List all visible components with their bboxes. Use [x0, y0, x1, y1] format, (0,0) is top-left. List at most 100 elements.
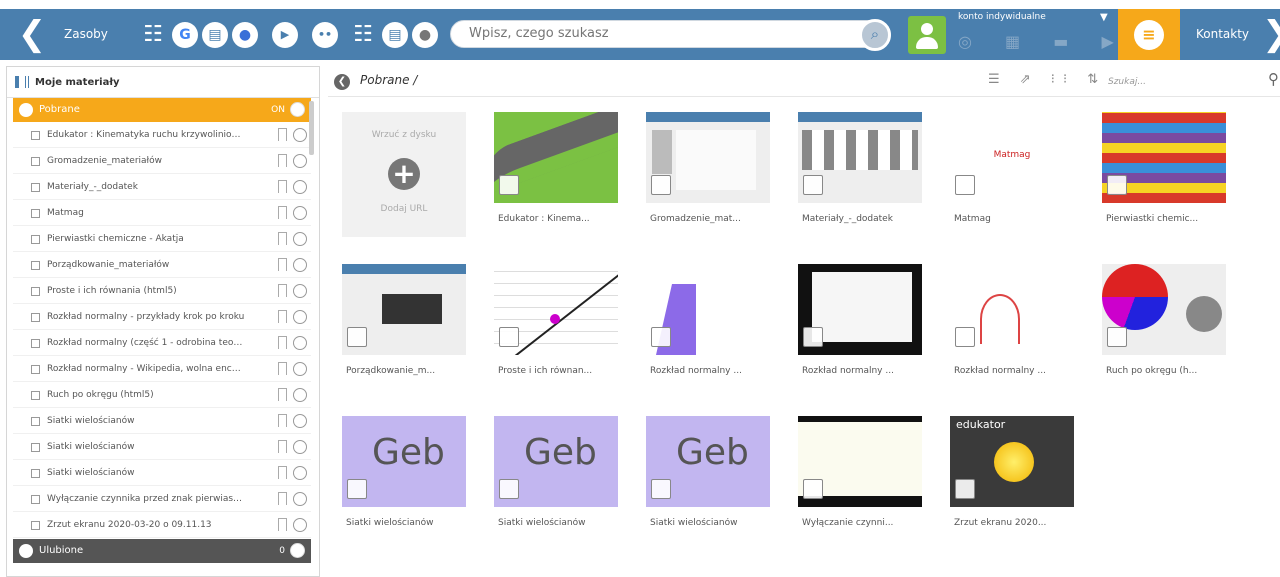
material-card[interactable]: Wyłączanie czynni... [798, 416, 922, 541]
material-card[interactable]: Geb Siatki wielościanów [342, 416, 466, 541]
zasoby-link[interactable]: Zasoby [64, 9, 108, 60]
search-icon[interactable]: ⚲ [1268, 70, 1279, 88]
library-icon[interactable]: ☷ [140, 22, 166, 48]
material-thumbnail[interactable] [494, 264, 618, 355]
material-label[interactable]: Siatki wielościanów [498, 518, 618, 528]
bookmark-icon[interactable] [278, 232, 287, 245]
library2-icon[interactable]: ☷ [350, 22, 376, 48]
material-label[interactable]: Gromadzenie_mat... [650, 214, 770, 224]
list-item[interactable]: Wyłączanie czynnika przed znak pierwiast… [13, 486, 311, 512]
google-icon[interactable]: G [172, 22, 198, 48]
search-icon[interactable]: ⌕ [859, 19, 891, 51]
select-circle-icon[interactable] [293, 180, 307, 194]
material-thumbnail[interactable] [494, 112, 618, 203]
material-card[interactable]: Edukator : Kinema... [494, 112, 618, 237]
material-card[interactable]: Rozkład normalny ... [950, 264, 1074, 389]
list-item[interactable]: Gromadzenie_materiałów [13, 148, 311, 174]
material-label[interactable]: Porządkowanie_m... [346, 366, 466, 376]
list-item[interactable]: Ruch po okręgu (html5) [13, 382, 311, 408]
select-circle-icon[interactable] [293, 284, 307, 298]
content-search-input[interactable]: Szukaj... [1108, 77, 1146, 87]
material-thumbnail[interactable]: Matmag [950, 112, 1074, 203]
account-label[interactable]: konto indywidualne [958, 12, 1046, 22]
material-label[interactable]: Wyłączanie czynni... [802, 518, 922, 528]
list-item[interactable]: Materiały_-_dodatek [13, 174, 311, 200]
chevron-down-icon[interactable]: ▼ [1100, 12, 1108, 23]
globe2-icon[interactable]: ● [412, 22, 438, 48]
list-item[interactable]: Pierwiastki chemiczne - Akatja [13, 226, 311, 252]
folder-pobrane[interactable]: Pobrane ON [13, 98, 311, 122]
material-thumbnail[interactable]: Geb [494, 416, 618, 507]
list-item[interactable]: Matmag [13, 200, 311, 226]
material-card[interactable]: Porządkowanie_m... [342, 264, 466, 389]
material-card[interactable]: Geb Siatki wielościanów [646, 416, 770, 541]
list-item[interactable]: Siatki wielościanów [13, 434, 311, 460]
avatar[interactable] [908, 16, 946, 54]
select-circle-icon[interactable] [293, 336, 307, 350]
bookmark-icon[interactable] [278, 336, 287, 349]
material-label[interactable]: Ruch po okręgu (h... [1106, 366, 1226, 376]
material-label[interactable]: Rozkład normalny ... [802, 366, 922, 376]
back-arrow-icon[interactable]: ❮ [12, 9, 52, 60]
bookmark-icon[interactable] [278, 154, 287, 167]
bookmark-icon[interactable] [278, 258, 287, 271]
select-circle-icon[interactable] [293, 518, 307, 532]
material-thumbnail[interactable] [1102, 112, 1226, 203]
folder-select-toggle[interactable] [290, 102, 305, 117]
material-card[interactable]: Rozkład normalny ... [798, 264, 922, 389]
bookmark-icon[interactable] [278, 388, 287, 401]
list-item[interactable]: Rozkład normalny (część 1 - odrobina teo… [13, 330, 311, 356]
bookmark-icon[interactable] [278, 206, 287, 219]
back-circle-icon[interactable]: ❮ [334, 74, 350, 90]
select-circle-icon[interactable] [293, 440, 307, 454]
list-item[interactable]: Porządkowanie_materiałów [13, 252, 311, 278]
material-label[interactable]: Siatki wielościanów [650, 518, 770, 528]
bookmark-icon[interactable] [278, 440, 287, 453]
bookmark-icon[interactable] [278, 492, 287, 505]
material-label[interactable]: Zrzut ekranu 2020... [954, 518, 1074, 528]
select-circle-icon[interactable] [293, 310, 307, 324]
sidebar-scrollbar[interactable] [309, 101, 314, 155]
select-circle-icon[interactable] [293, 414, 307, 428]
select-circle-icon[interactable] [293, 154, 307, 168]
material-card[interactable]: edukator Zrzut ekranu 2020... [950, 416, 1074, 541]
select-circle-icon[interactable] [293, 206, 307, 220]
folder-select-toggle[interactable] [290, 543, 305, 558]
material-label[interactable]: Matmag [954, 214, 1074, 224]
forward-arrow-icon[interactable]: ❯ [1262, 9, 1280, 60]
bookmark-icon[interactable] [278, 180, 287, 193]
material-card[interactable]: Proste i ich równan... [494, 264, 618, 389]
material-thumbnail[interactable] [646, 264, 770, 355]
select-circle-icon[interactable] [293, 258, 307, 272]
bookmark-icon[interactable] [278, 310, 287, 323]
select-circle-icon[interactable] [293, 128, 307, 142]
bookmark-icon[interactable] [278, 466, 287, 479]
view-tools[interactable]: ☰ ⇗ ⁝⁝ ⇅ [988, 72, 1106, 87]
material-card[interactable]: Geb Siatki wielościanów [494, 416, 618, 541]
material-thumbnail[interactable] [798, 416, 922, 507]
material-thumbnail[interactable] [646, 112, 770, 203]
select-circle-icon[interactable] [293, 492, 307, 506]
add-material-card[interactable]: Wrzuć z dysku + Dodaj URL [342, 112, 466, 237]
youtube-icon[interactable]: ▶ [272, 22, 298, 48]
material-thumbnail[interactable] [950, 264, 1074, 355]
kontakty-link[interactable]: Kontakty [1196, 9, 1249, 60]
material-thumbnail[interactable]: edukator [950, 416, 1074, 507]
bookmark-icon[interactable] [278, 362, 287, 375]
list-item[interactable]: Rozkład normalny - Wikipedia, wolna ency… [13, 356, 311, 382]
material-label[interactable]: Rozkład normalny ... [650, 366, 770, 376]
list-item[interactable]: Rozkład normalny - przykłady krok po kro… [13, 304, 311, 330]
material-card[interactable]: Pierwiastki chemic... [1102, 112, 1226, 237]
material-thumbnail[interactable] [798, 264, 922, 355]
material-thumbnail[interactable] [798, 112, 922, 203]
material-label[interactable]: Rozkład normalny ... [954, 366, 1074, 376]
material-card[interactable]: Rozkład normalny ... [646, 264, 770, 389]
select-circle-icon[interactable] [293, 388, 307, 402]
select-circle-icon[interactable] [293, 232, 307, 246]
list-item[interactable]: Siatki wielościanów [13, 460, 311, 486]
list-item[interactable]: Siatki wielościanów [13, 408, 311, 434]
url-label[interactable]: Dodaj URL [342, 204, 466, 214]
list-item[interactable]: Zrzut ekranu 2020-03-20 o 09.11.13 [13, 512, 311, 538]
material-label[interactable]: Siatki wielościanów [346, 518, 466, 528]
bookmark-icon[interactable] [278, 128, 287, 141]
